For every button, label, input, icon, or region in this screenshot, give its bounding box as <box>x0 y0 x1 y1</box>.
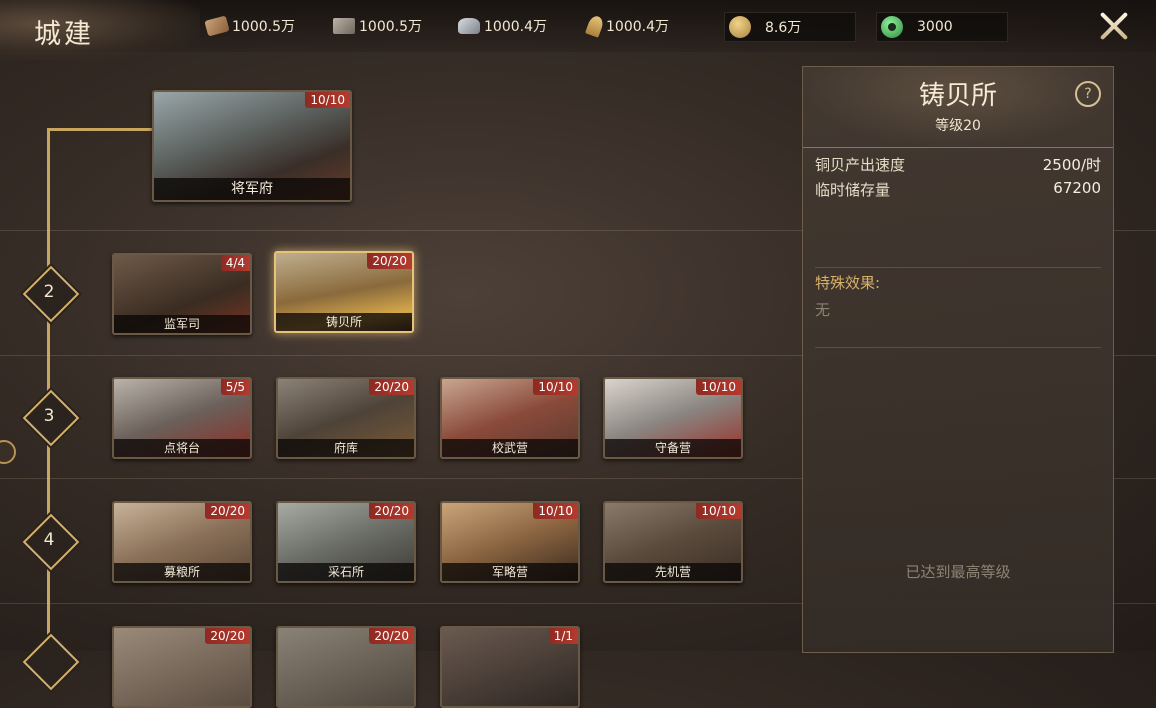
panel-divider <box>815 267 1101 268</box>
building-name: 募粮所 <box>114 563 250 581</box>
building-name: 铸贝所 <box>276 313 412 331</box>
currency-copper-value: 8.6万 <box>765 20 802 36</box>
panel-level: 等级20 <box>935 118 981 134</box>
stat-row: 铜贝产出速度 2500/时 <box>815 154 1101 175</box>
stone-icon <box>333 18 355 34</box>
level-badge: 10/10 <box>696 503 741 519</box>
building-name: 守备营 <box>605 439 741 457</box>
close-icon[interactable] <box>1092 4 1136 48</box>
level-badge: 20/20 <box>205 503 250 519</box>
building-card[interactable]: 20/20 府库 <box>276 377 416 459</box>
building-name: 将军府 <box>154 178 350 200</box>
building-card[interactable]: 10/10 先机营 <box>603 501 743 583</box>
building-card[interactable]: 10/10 校武营 <box>440 377 580 459</box>
resource-iron-value: 1000.4万 <box>484 19 547 35</box>
resource-wood: 1000.5万 <box>204 14 295 38</box>
page-title: 城建 <box>34 19 94 50</box>
level-badge: 20/20 <box>367 253 412 269</box>
tier-marker <box>22 633 80 691</box>
stat-value: 67200 <box>1053 179 1101 197</box>
copper-coin-icon <box>729 16 751 38</box>
building-card[interactable]: 20/20 <box>112 626 252 708</box>
jade-coin-icon <box>881 16 903 38</box>
tier-number: 3 <box>43 406 55 426</box>
resource-grain-value: 1000.4万 <box>606 19 669 35</box>
level-badge: 10/10 <box>533 503 578 519</box>
building-name: 采石所 <box>278 563 414 581</box>
level-badge: 5/5 <box>220 379 250 395</box>
scroll-marker-icon[interactable] <box>0 440 16 464</box>
building-detail-panel: 铸贝所 ? 等级20 铜贝产出速度 2500/时 临时储存量 67200 特殊效… <box>802 66 1114 653</box>
currency-copper: 8.6万 <box>724 12 856 42</box>
level-badge: 1/1 <box>548 628 578 644</box>
building-card[interactable]: 4/4 监军司 <box>112 253 252 335</box>
special-effect-value: 无 <box>815 301 831 319</box>
building-card-main[interactable]: 10/10 将军府 <box>152 90 352 202</box>
level-badge: 10/10 <box>305 92 350 108</box>
resource-stone-value: 1000.5万 <box>359 19 422 35</box>
wood-icon <box>204 15 230 37</box>
building-name: 监军司 <box>114 315 250 333</box>
building-card[interactable]: 10/10 守备营 <box>603 377 743 459</box>
building-card[interactable]: 5/5 点将台 <box>112 377 252 459</box>
level-badge: 4/4 <box>220 255 250 271</box>
panel-divider <box>815 347 1101 348</box>
panel-title: 铸贝所 <box>918 81 997 111</box>
building-name: 军略营 <box>442 563 578 581</box>
iron-icon <box>458 18 480 34</box>
resource-grain: 1000.4万 <box>585 14 669 38</box>
tier-number: 2 <box>43 282 55 302</box>
tier-number: 4 <box>43 530 55 550</box>
building-name: 府库 <box>278 439 414 457</box>
building-card[interactable]: 1/1 <box>440 626 580 708</box>
building-name: 先机营 <box>605 563 741 581</box>
level-badge: 10/10 <box>696 379 741 395</box>
max-level-status: 已达到最高等级 <box>905 563 1011 581</box>
level-badge: 20/20 <box>369 379 414 395</box>
building-card[interactable]: 20/20 募粮所 <box>112 501 252 583</box>
level-badge: 20/20 <box>205 628 250 644</box>
stat-value: 2500/时 <box>1042 156 1101 174</box>
stat-row: 临时储存量 67200 <box>815 179 1101 200</box>
level-badge: 20/20 <box>369 628 414 644</box>
resource-stone: 1000.5万 <box>333 14 422 38</box>
building-card-selected[interactable]: 20/20 铸贝所 <box>274 251 414 333</box>
grain-icon <box>585 14 605 38</box>
level-badge: 20/20 <box>369 503 414 519</box>
currency-jade: 3000 <box>876 12 1008 42</box>
title-plate <box>0 0 200 60</box>
building-card[interactable]: 20/20 <box>276 626 416 708</box>
stat-label: 铜贝产出速度 <box>815 156 906 174</box>
building-name: 点将台 <box>114 439 250 457</box>
level-badge: 10/10 <box>533 379 578 395</box>
stat-label: 临时储存量 <box>815 181 891 199</box>
currency-jade-value: 3000 <box>917 19 953 35</box>
building-card[interactable]: 20/20 采石所 <box>276 501 416 583</box>
resource-wood-value: 1000.5万 <box>232 19 295 35</box>
resource-iron: 1000.4万 <box>458 14 547 38</box>
help-icon[interactable]: ? <box>1075 81 1101 107</box>
tree-branch-line <box>47 128 152 131</box>
special-effect-label: 特殊效果: <box>815 274 881 292</box>
building-card[interactable]: 10/10 军略营 <box>440 501 580 583</box>
building-name: 校武营 <box>442 439 578 457</box>
